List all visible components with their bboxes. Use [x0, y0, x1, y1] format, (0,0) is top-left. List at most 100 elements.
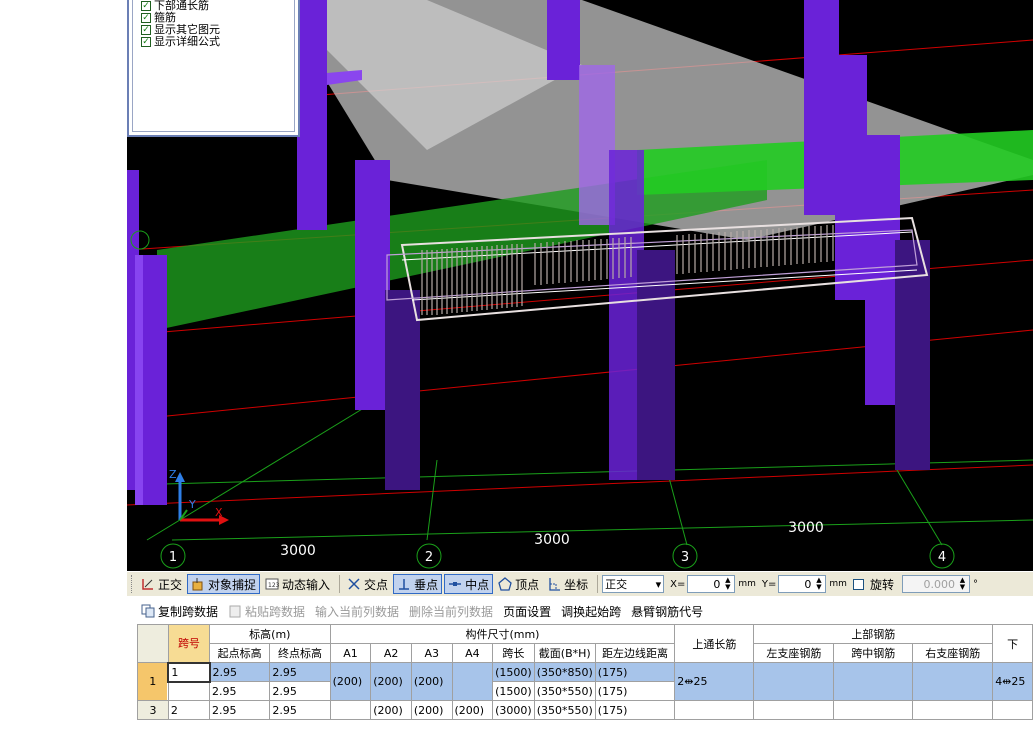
cell-a3[interactable]: (200)	[410, 700, 453, 720]
cell-mid-span[interactable]	[833, 662, 914, 701]
y-coord-input[interactable]: 0 ▲ ▼	[778, 575, 827, 593]
col-header-top-through[interactable]: 上通长筋	[674, 624, 755, 663]
spinner-icon[interactable]: ▲ ▼	[813, 577, 824, 591]
dynamic-input-button[interactable]: 123 动态输入	[262, 574, 333, 594]
page-setup-button[interactable]: 页面设置	[503, 603, 551, 620]
cell-left-support[interactable]	[753, 700, 835, 720]
col-header-elevation: 标高(m)	[209, 624, 331, 644]
checkbox-icon[interactable]: ✓	[141, 25, 151, 35]
checkbox-icon[interactable]: ✓	[141, 37, 151, 47]
span-dim-2: 3000	[534, 532, 570, 548]
cell-span[interactable]	[167, 681, 211, 701]
cell-left-support[interactable]	[753, 662, 835, 701]
object-snap-button[interactable]: 对象捕捉	[187, 574, 261, 594]
col-header-top-rebar: 上部钢筋	[753, 624, 994, 644]
cell-a3[interactable]: (200)	[410, 662, 453, 701]
cantilever-rebar-button[interactable]: 悬臂钢筋代号	[631, 603, 703, 620]
x-coord-input[interactable]: 0 ▲ ▼	[687, 575, 736, 593]
layer-display-panel: ✓ 下部通长筋 ✓ 箍筋 ✓ 显示其它图元 ✓ 显示详细公式	[127, 0, 300, 137]
copy-span-button[interactable]: 复制跨数据	[141, 603, 218, 620]
delete-column-button[interactable]: 删除当前列数据	[409, 603, 493, 620]
toolbar-grip[interactable]	[131, 575, 134, 593]
cell-right-support[interactable]	[912, 662, 994, 701]
input-column-button[interactable]: 输入当前列数据	[315, 603, 399, 620]
col-header-start-elev[interactable]: 起点标高	[209, 643, 271, 663]
cell-a2[interactable]: (200)	[370, 662, 412, 701]
paste-span-button[interactable]: 粘贴跨数据	[228, 603, 305, 620]
cell-start-elev[interactable]: 2.95	[209, 700, 271, 720]
spinner-icon[interactable]: ▲ ▼	[722, 577, 733, 591]
col-header-end-elev[interactable]: 终点标高	[269, 643, 331, 663]
corner-cell	[137, 624, 169, 663]
cell-span-length[interactable]: (1500)	[492, 681, 535, 701]
chevron-down-icon[interactable]: ▾	[656, 578, 662, 591]
row-number[interactable]: 1	[137, 662, 169, 701]
col-header-dist-left[interactable]: 距左边线距离	[594, 643, 676, 663]
col-header-section[interactable]: 截面(B*H)	[533, 643, 596, 663]
paste-icon	[228, 604, 242, 618]
ortho-label: 正交	[158, 577, 183, 592]
cell-span[interactable]: 2	[167, 700, 211, 720]
cell-dist-left[interactable]: (175)	[594, 700, 676, 720]
col-header-a1[interactable]: A1	[329, 643, 372, 663]
cell-bottom[interactable]	[992, 700, 1033, 720]
mode-select[interactable]: 正交 ▾	[602, 575, 665, 593]
intersection-snap-button[interactable]: 交点	[344, 574, 391, 594]
rotate-value: 0.000	[923, 577, 955, 591]
cell-section[interactable]: (350*550)	[533, 700, 596, 720]
y-unit-label: mm	[829, 579, 847, 589]
x-unit-label: mm	[738, 579, 756, 589]
cell-section[interactable]: (350*850)	[533, 662, 596, 682]
ortho-button[interactable]: 正交	[138, 574, 185, 594]
coordinate-snap-button[interactable]: 坐标	[544, 574, 591, 594]
cell-top-through[interactable]: 2⇹25	[674, 662, 755, 701]
rotate-input[interactable]: 0.000 ▲ ▼	[901, 575, 970, 593]
checkbox-icon[interactable]: ✓	[141, 13, 151, 23]
cell-section[interactable]: (350*550)	[533, 681, 596, 701]
perpendicular-snap-button[interactable]: 垂点	[393, 574, 443, 594]
cell-a4[interactable]	[451, 662, 494, 701]
span-table: 跨号 标高(m) 构件尺寸(mm) 上通长筋 上部钢筋 下 起点标高 终点标高 …	[137, 624, 1033, 720]
col-header-span-length[interactable]: 跨长	[492, 643, 535, 663]
col-header-span[interactable]: 跨号	[167, 624, 211, 663]
span-data-toolbar: 复制跨数据 粘贴跨数据 输入当前列数据 删除当前列数据 页面设置 调换起始跨 悬…	[127, 598, 1033, 624]
layer-item-detailed-formula[interactable]: ✓ 显示详细公式	[141, 36, 220, 48]
cell-a1[interactable]: (200)	[329, 662, 372, 701]
cell-span[interactable]: 1	[167, 661, 211, 683]
col-header-a2[interactable]: A2	[370, 643, 412, 663]
perpendicular-icon	[397, 577, 411, 591]
spinner-icon[interactable]: ▲ ▼	[957, 577, 968, 591]
cell-right-support[interactable]	[912, 700, 994, 720]
cell-mid-span[interactable]	[833, 700, 914, 720]
cell-dist-left[interactable]: (175)	[594, 662, 676, 682]
rotate-checkbox[interactable]	[852, 578, 864, 590]
cell-span-length[interactable]: (3000)	[492, 700, 535, 720]
midpoint-icon	[448, 577, 462, 591]
cell-a1[interactable]	[329, 700, 372, 720]
cell-start-elev[interactable]: 2.95	[209, 662, 271, 682]
checkbox-icon[interactable]: ✓	[141, 1, 151, 11]
span-data-grid[interactable]: 跨号 标高(m) 构件尺寸(mm) 上通长筋 上部钢筋 下 起点标高 终点标高 …	[137, 624, 1033, 737]
vertex-snap-button[interactable]: 顶点	[495, 574, 542, 594]
col-header-bottom[interactable]: 下	[992, 624, 1033, 663]
cell-end-elev[interactable]: 2.95	[269, 700, 331, 720]
col-header-a3[interactable]: A3	[410, 643, 453, 663]
col-header-mid-span[interactable]: 跨中钢筋	[833, 643, 914, 663]
cell-end-elev[interactable]: 2.95	[269, 662, 331, 682]
col-header-left-support[interactable]: 左支座钢筋	[753, 643, 835, 663]
table-row[interactable]: 3 2 2.95 2.95 (200) (200) (200) (3000) (…	[137, 700, 1033, 720]
table-row[interactable]: 1 1 2.95 2.95 (200) (200) (200) (1500) (…	[137, 661, 1033, 701]
cell-a2[interactable]: (200)	[370, 700, 412, 720]
cell-a4[interactable]: (200)	[451, 700, 494, 720]
swap-start-span-button[interactable]: 调换起始跨	[561, 603, 621, 620]
cell-start-elev[interactable]: 2.95	[209, 681, 271, 701]
row-number[interactable]: 3	[137, 700, 169, 720]
cell-span-length[interactable]: (1500)	[492, 662, 535, 682]
col-header-right-support[interactable]: 右支座钢筋	[912, 643, 994, 663]
cell-bottom[interactable]: 4⇹25	[992, 662, 1033, 701]
col-header-a4[interactable]: A4	[451, 643, 494, 663]
cell-top-through[interactable]	[674, 700, 755, 720]
midpoint-snap-button[interactable]: 中点	[444, 574, 494, 594]
cell-dist-left[interactable]: (175)	[594, 681, 676, 701]
cell-end-elev[interactable]: 2.95	[269, 681, 331, 701]
